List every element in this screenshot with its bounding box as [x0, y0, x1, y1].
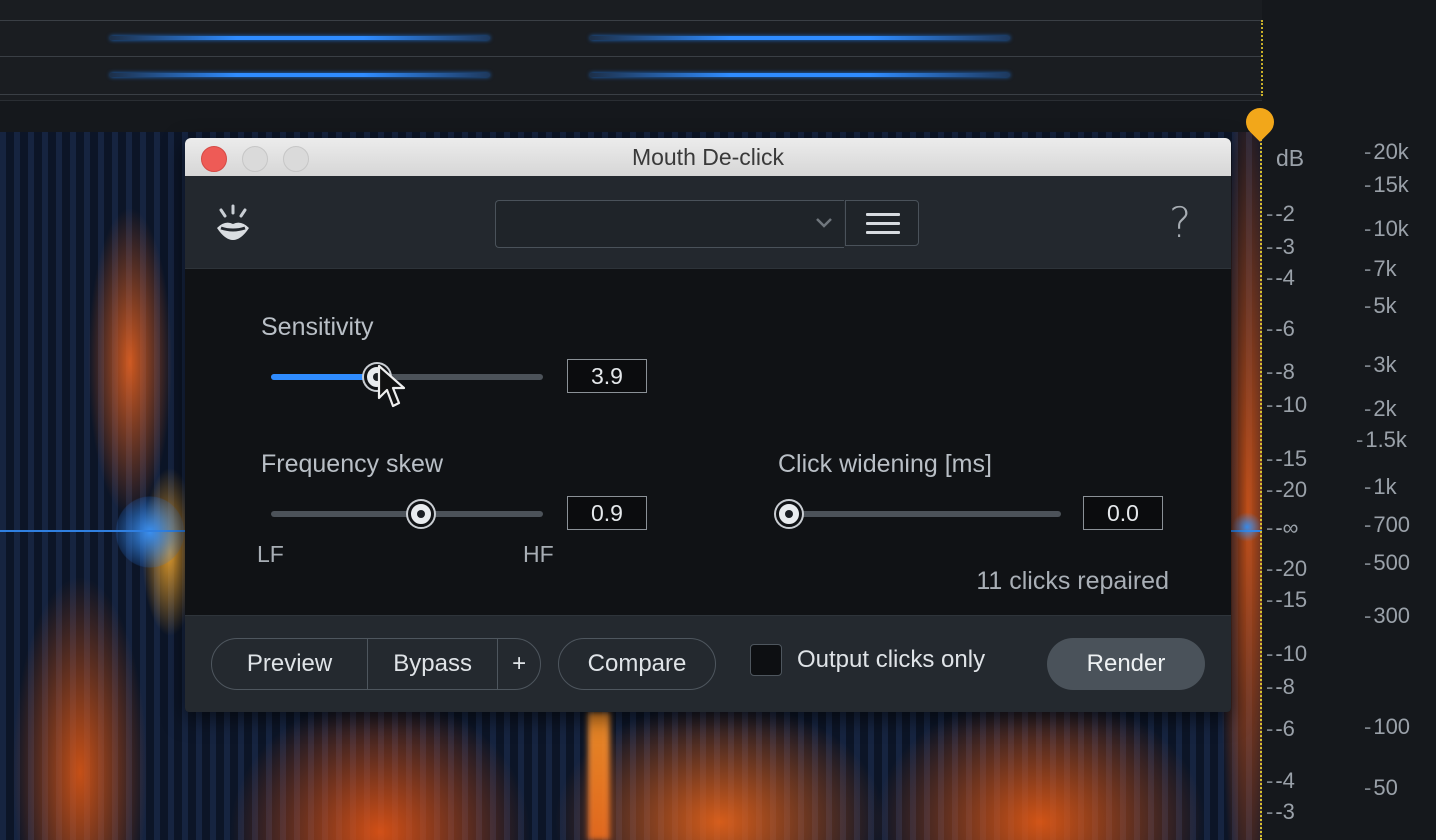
mouth-click-logo-icon — [217, 204, 249, 240]
controls-panel: Sensitivity 3.9 Frequency skew 0.9 LF HF… — [185, 269, 1231, 615]
hz-tick: 700 — [1364, 512, 1410, 538]
overview-rule — [0, 20, 1262, 21]
output-clicks-only-label[interactable]: Output clicks only — [797, 646, 985, 674]
hz-tick: 20k — [1364, 139, 1408, 165]
click-widening-label: Click widening [ms] — [778, 450, 992, 478]
waveform-click — [90, 482, 186, 582]
frequency-skew-slider-thumb[interactable] — [407, 501, 434, 527]
db-tick: -10 — [1266, 392, 1307, 418]
db-tick: -20 — [1266, 556, 1307, 582]
hz-tick: 500 — [1364, 550, 1410, 576]
frequency-skew-label: Frequency skew — [261, 450, 444, 478]
hz-tick: 50 — [1364, 775, 1397, 801]
waveform-click — [1232, 512, 1262, 542]
frequency-skew-low-label: LF — [257, 541, 284, 567]
hz-tick: 2k — [1364, 396, 1396, 422]
hz-tick: 300 — [1364, 603, 1410, 629]
help-icon[interactable]: ? — [1169, 198, 1191, 247]
frequency-skew-high-label: HF — [523, 541, 554, 567]
db-tick: -6 — [1266, 716, 1295, 742]
chevron-down-icon — [816, 218, 832, 228]
click-widening-value-field[interactable]: 0.0 — [1083, 496, 1163, 530]
click-widening-slider[interactable] — [789, 511, 1061, 517]
hz-tick: 10k — [1364, 216, 1408, 242]
window-title: Mouth De-click — [631, 144, 785, 170]
hamburger-menu-icon — [866, 222, 900, 225]
mouth-declick-window: Mouth De-click ? Sensitivity 3.9 Frequen… — [185, 138, 1231, 712]
hz-tick: 3k — [1364, 352, 1396, 378]
playhead-line — [1260, 128, 1262, 840]
overview-rule — [0, 94, 1262, 95]
db-tick: -3 — [1266, 234, 1295, 260]
db-tick: -15 — [1266, 446, 1307, 472]
hz-tick: 5k — [1364, 293, 1396, 319]
sensitivity-value-field[interactable]: 3.9 — [567, 359, 647, 393]
overview-waveform — [590, 36, 1010, 40]
mouse-cursor-icon — [377, 364, 406, 408]
overview-end-marker — [1261, 20, 1265, 96]
hamburger-menu-icon — [866, 231, 900, 234]
plugin-toolbar: ? — [185, 176, 1231, 269]
overview-waveform — [110, 36, 490, 40]
preview-bypass-group: Preview Bypass + — [211, 638, 541, 690]
add-button[interactable]: + — [497, 639, 540, 689]
hz-tick: 1k — [1364, 474, 1396, 500]
overview-rule — [0, 56, 1262, 57]
render-button[interactable]: Render — [1047, 638, 1205, 690]
db-tick: -10 — [1266, 641, 1307, 667]
db-scale-title: dB — [1276, 145, 1305, 171]
overview-waveform — [590, 73, 1010, 77]
frequency-skew-value-field[interactable]: 0.9 — [567, 496, 647, 530]
db-tick: -4 — [1266, 768, 1295, 794]
spectrogram-transient — [588, 712, 610, 840]
hz-tick: 1.5k — [1356, 427, 1407, 453]
hz-tick: 15k — [1364, 172, 1408, 198]
hz-tick: 100 — [1364, 714, 1410, 740]
window-titlebar[interactable]: Mouth De-click — [185, 138, 1231, 177]
hz-tick: 7k — [1364, 256, 1396, 282]
compare-button[interactable]: Compare — [558, 638, 716, 690]
overview-waveform — [110, 73, 490, 77]
db-tick: -20 — [1266, 477, 1307, 503]
db-tick: -15 — [1266, 587, 1307, 613]
frequency-scale: 20k 15k 10k 7k 5k 3k 2k 1.5k 1k 700 500 … — [1356, 0, 1436, 840]
db-tick: -3 — [1266, 799, 1295, 825]
db-tick: -6 — [1266, 316, 1295, 342]
sensitivity-slider-fill — [271, 374, 378, 380]
db-tick: -2 — [1266, 201, 1295, 227]
clicks-repaired-status: 11 clicks repaired — [976, 567, 1169, 595]
db-tick: -4 — [1266, 265, 1295, 291]
bypass-button[interactable]: Bypass — [367, 639, 497, 689]
click-widening-slider-thumb[interactable] — [776, 501, 802, 527]
preset-dropdown[interactable] — [495, 200, 844, 248]
db-tick: -8 — [1266, 359, 1295, 385]
sensitivity-label: Sensitivity — [261, 313, 374, 341]
preset-menu-button[interactable] — [845, 200, 919, 246]
db-tick: -∞ — [1266, 515, 1298, 541]
preview-button[interactable]: Preview — [212, 639, 367, 689]
db-scale: dB -2 -3 -4 -6 -8 -10 -15 -20 -∞ -20 -15… — [1266, 0, 1346, 840]
waveform-overview[interactable] — [0, 0, 1265, 101]
output-clicks-only-checkbox[interactable] — [750, 644, 782, 676]
db-tick: -8 — [1266, 674, 1295, 700]
plugin-footer: Preview Bypass + Compare Output clicks o… — [185, 615, 1231, 712]
hamburger-menu-icon — [866, 213, 900, 216]
